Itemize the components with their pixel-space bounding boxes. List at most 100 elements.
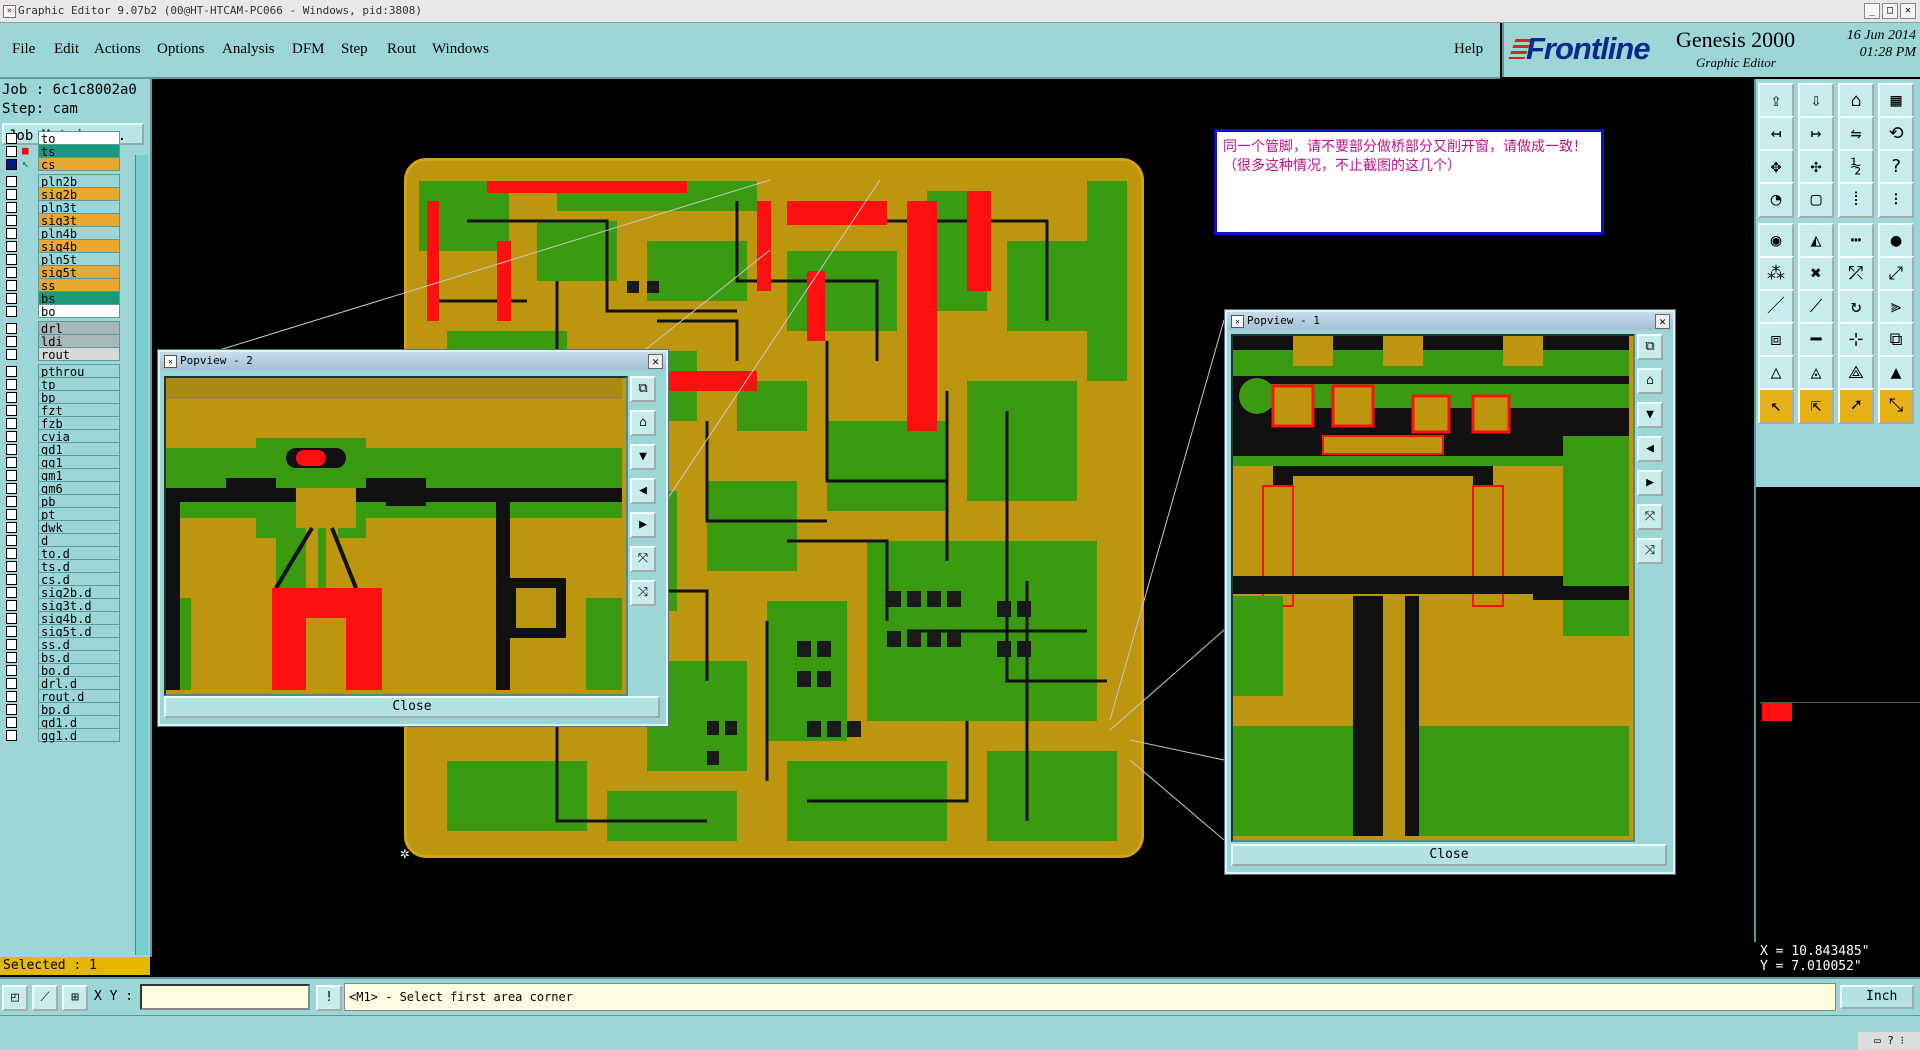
layer-checkbox[interactable]	[6, 405, 17, 416]
layer-checkbox[interactable]	[6, 366, 17, 377]
popview-left-icon[interactable]: ◀	[1637, 436, 1663, 462]
layer-name[interactable]: bs	[38, 291, 120, 306]
toggle-icon[interactable]: ⇋	[1838, 116, 1874, 152]
line-icon[interactable]: ／	[1758, 289, 1794, 325]
scale-icon[interactable]: ½	[1838, 149, 1874, 185]
layer-checkbox[interactable]	[6, 522, 17, 533]
layer-name[interactable]: fzt	[38, 403, 120, 418]
delete-icon[interactable]: ✖	[1798, 256, 1834, 292]
layer-row-bp-d[interactable]: bp.d	[2, 702, 120, 717]
layer-name[interactable]: pln3t	[38, 200, 120, 215]
layer-name[interactable]: sig3t.d	[38, 598, 120, 613]
help-icon[interactable]: ?	[1878, 149, 1914, 185]
layer-name[interactable]: to.d	[38, 546, 120, 561]
tri2-icon[interactable]: ◬	[1798, 355, 1834, 391]
layer-name[interactable]: bp.d	[38, 702, 120, 717]
layer-name[interactable]: bp	[38, 390, 120, 405]
popview-1-window[interactable]: ✕ Popview - 1 ✕ ⧉ ⌂ ▼ ◀ ▶ ⤧ ⤨ Close	[1224, 309, 1676, 875]
layer-row-cvia[interactable]: cvia	[2, 429, 120, 444]
layer-name[interactable]: sig2b	[38, 187, 120, 202]
snapshot-icon[interactable]: ◔	[1758, 182, 1794, 218]
popview-2-view[interactable]	[164, 376, 628, 696]
popview-zoom-in-icon[interactable]: ⤨	[630, 580, 656, 606]
grid-icon[interactable]: ⊞	[62, 985, 88, 1011]
layer-name[interactable]: rout	[38, 347, 120, 362]
popview-2-close-icon[interactable]: ✕	[648, 354, 663, 369]
layer-name[interactable]: gd1.d	[38, 715, 120, 730]
menu-file[interactable]: File	[12, 41, 35, 58]
popview-fit-icon[interactable]: ⧉	[1637, 334, 1663, 360]
layer-checkbox[interactable]	[6, 379, 17, 390]
open-step-icon[interactable]: ⇪	[1758, 83, 1794, 119]
pointer2-icon[interactable]: ⇱	[1798, 388, 1834, 424]
popview-zoom-out-icon[interactable]: ⤧	[630, 546, 656, 572]
menu-options[interactable]: Options	[157, 41, 205, 58]
layer-row-sig2b-d[interactable]: sig2b.d	[2, 585, 120, 600]
layer-name[interactable]: pt	[38, 507, 120, 522]
layer-name[interactable]: fzb	[38, 416, 120, 431]
layer-checkbox[interactable]	[6, 336, 17, 347]
layer-row-ss[interactable]: ss	[2, 278, 120, 293]
redo-icon[interactable]: ↦	[1798, 116, 1834, 152]
layer-row-rout-d[interactable]: rout.d	[2, 689, 120, 704]
popview-2-titlebar[interactable]: ✕ Popview - 2 ✕	[160, 352, 666, 370]
undo-icon[interactable]: ↤	[1758, 116, 1794, 152]
layer-row-fzb[interactable]: fzb	[2, 416, 120, 431]
layer-checkbox[interactable]	[6, 639, 17, 650]
layer-checkbox[interactable]	[6, 306, 17, 317]
layer-checkbox[interactable]	[6, 496, 17, 507]
layer-checkbox[interactable]	[6, 561, 17, 572]
layer-checkbox[interactable]	[6, 392, 17, 403]
popview-fit-icon[interactable]: ⧉	[630, 376, 656, 402]
menu-windows[interactable]: Windows	[432, 41, 489, 58]
layer-checkbox[interactable]	[6, 717, 17, 728]
layer-name[interactable]: sig5t.d	[38, 624, 120, 639]
layer-row-bo[interactable]: bo	[2, 304, 120, 319]
layer-checkbox[interactable]	[6, 509, 17, 520]
layer-name[interactable]: sig4b	[38, 239, 120, 254]
tri1-icon[interactable]: △	[1758, 355, 1794, 391]
layer-checkbox[interactable]	[6, 613, 17, 624]
layer-row-pb[interactable]: pb	[2, 494, 120, 509]
menu-analysis[interactable]: Analysis	[222, 41, 275, 58]
group-icon[interactable]: ⧉	[1878, 322, 1914, 358]
align-icon[interactable]: ⊹	[1838, 322, 1874, 358]
layer-row-sig3t[interactable]: sig3t	[2, 213, 120, 228]
popview-zoom-in-icon[interactable]: ⤨	[1637, 538, 1663, 564]
layer-row-ts-d[interactable]: ts.d	[2, 559, 120, 574]
attr-icon[interactable]: ⤢	[1878, 256, 1914, 292]
layer-checkbox[interactable]	[6, 574, 17, 585]
layer-name[interactable]: to	[38, 131, 120, 146]
layer-checkbox[interactable]	[6, 457, 17, 468]
layer-name[interactable]: drl	[38, 321, 120, 336]
layer-row-bp[interactable]: bp	[2, 390, 120, 405]
pad-icon[interactable]: ●	[1878, 223, 1914, 259]
layer-name[interactable]: pln2b	[38, 174, 120, 189]
layer-name[interactable]: bo	[38, 304, 120, 319]
measure-icon[interactable]: ⟋	[32, 985, 58, 1011]
layer-row-bs[interactable]: bs	[2, 291, 120, 306]
layer-name[interactable]: gd1	[38, 442, 120, 457]
layer-name[interactable]: gg1.d	[38, 728, 120, 743]
snap-icon[interactable]: ◰	[2, 985, 28, 1011]
layer-name[interactable]: sig5t	[38, 265, 120, 280]
layer-name[interactable]: rout.d	[38, 689, 120, 704]
layer-row-cs[interactable]: ↖ cs	[2, 157, 120, 172]
layer-row-pthrou[interactable]: pthrou	[2, 364, 120, 379]
layer-name[interactable]: ss	[38, 278, 120, 293]
net-icon[interactable]: ⁞	[1838, 182, 1874, 218]
slot-icon[interactable]: ━	[1798, 322, 1834, 358]
layer-checkbox[interactable]	[6, 176, 17, 187]
layer-row-bo-d[interactable]: bo.d	[2, 663, 120, 678]
rotate-icon[interactable]: ↻	[1838, 289, 1874, 325]
popview-down-icon[interactable]: ▼	[1637, 402, 1663, 428]
layer-row-pt[interactable]: pt	[2, 507, 120, 522]
layer-checkbox[interactable]	[6, 678, 17, 689]
pointer1-icon[interactable]: ↖	[1758, 388, 1794, 424]
layer-checkbox[interactable]	[6, 587, 17, 598]
layer-name[interactable]: sig2b.d	[38, 585, 120, 600]
popview-zoom-out-icon[interactable]: ⤧	[1637, 504, 1663, 530]
layer-row-drl[interactable]: drl	[2, 321, 120, 336]
save-icon[interactable]: ⇩	[1798, 83, 1834, 119]
layer-name[interactable]: pln4b	[38, 226, 120, 241]
